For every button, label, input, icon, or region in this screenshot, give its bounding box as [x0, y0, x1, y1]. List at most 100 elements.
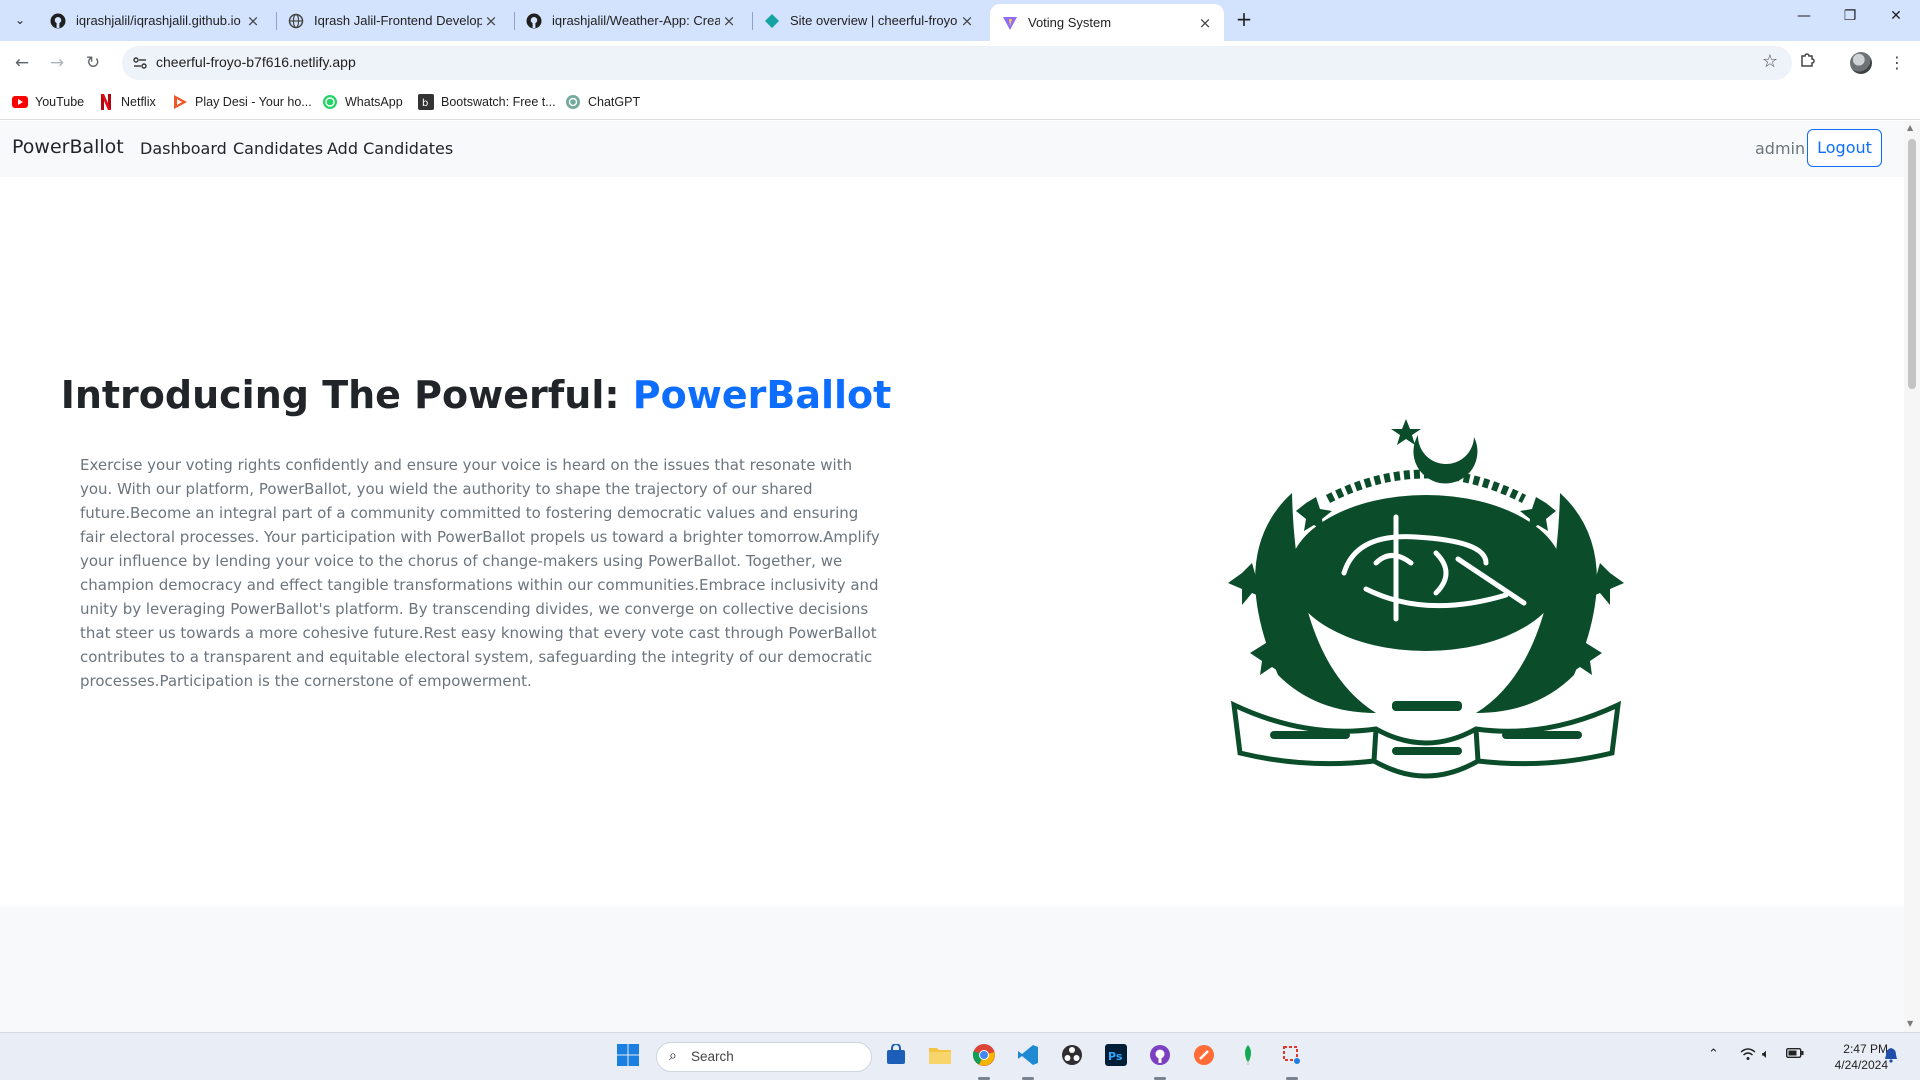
postman-icon — [1193, 1044, 1215, 1070]
page-scrollbar[interactable]: ▲ ▼ — [1904, 121, 1920, 1032]
bookmark-label: Bootswatch: Free t... — [441, 95, 556, 109]
volume-icon[interactable]: 🔈︎ — [1762, 1047, 1770, 1062]
forward-button[interactable]: → — [44, 50, 70, 76]
taskbar-obs[interactable] — [1058, 1043, 1086, 1071]
bookmark-whatsapp[interactable]: WhatsApp — [322, 92, 403, 112]
tab-netlify[interactable]: Site overview | cheerful-froyo- × — [752, 4, 986, 37]
scroll-down-icon[interactable]: ▼ — [1907, 1019, 1913, 1028]
taskbar-store[interactable] — [882, 1043, 910, 1071]
page-viewport: PowerBallot Dashboard Candidates Add Can… — [0, 121, 1904, 1032]
election-commission-emblem-icon — [1186, 413, 1666, 793]
tab-title: iqrashjalil/iqrashjalil.github.io — [76, 13, 241, 28]
close-icon[interactable]: × — [720, 12, 738, 30]
windows-logo-icon — [616, 1043, 640, 1071]
arrow-left-icon: ← — [14, 53, 30, 73]
notification-bell-icon[interactable] — [1884, 1047, 1898, 1067]
obs-icon — [1061, 1044, 1083, 1070]
extensions-button[interactable] — [1795, 50, 1821, 76]
folder-icon — [928, 1045, 952, 1069]
wifi-icon[interactable] — [1740, 1047, 1756, 1065]
taskbar-photoshop[interactable]: Ps — [1102, 1043, 1130, 1071]
bookmark-play-desi[interactable]: Play Desi - Your ho... — [172, 92, 312, 112]
taskbar-snipping-tool[interactable] — [1278, 1043, 1306, 1071]
bookmark-label: YouTube — [35, 95, 85, 109]
github-desktop-icon — [1149, 1044, 1171, 1070]
scroll-up-icon[interactable]: ▲ — [1907, 123, 1913, 132]
close-icon: ✕ — [1890, 8, 1902, 24]
store-icon — [885, 1043, 907, 1070]
restore-button[interactable]: ❐ — [1835, 8, 1865, 32]
github-icon — [526, 13, 542, 29]
taskbar-postman[interactable] — [1190, 1043, 1218, 1071]
tab-search-button[interactable]: ⌄ — [8, 8, 32, 32]
clock-date: 4/24/2024 — [1834, 1058, 1888, 1072]
close-icon[interactable]: × — [244, 12, 262, 30]
back-button[interactable]: ← — [9, 50, 35, 76]
taskbar-mongodb[interactable] — [1234, 1043, 1262, 1071]
chatgpt-icon — [565, 94, 581, 110]
play-desi-icon — [172, 94, 188, 110]
hero-paragraph: Exercise your voting rights confidently … — [80, 456, 880, 690]
tab-voting-system[interactable]: Voting System × — [990, 4, 1224, 41]
github-icon — [50, 13, 66, 29]
browser-menu-button[interactable]: ⋮ — [1884, 50, 1910, 76]
nav-link-add-candidates[interactable]: Add Candidates — [327, 139, 453, 158]
system-clock[interactable]: 2:47 PM 4/24/2024 — [1812, 1041, 1888, 1073]
more-vert-icon: ⋮ — [1889, 53, 1905, 72]
bookmark-star-icon[interactable]: ☆ — [1762, 51, 1778, 72]
plus-icon: + — [1235, 7, 1253, 31]
chrome-icon — [972, 1043, 996, 1071]
start-button[interactable] — [614, 1043, 642, 1071]
bookmark-netflix[interactable]: Netflix — [98, 92, 156, 112]
bookmark-chatgpt[interactable]: ChatGPT — [565, 92, 640, 112]
close-icon[interactable]: × — [958, 12, 976, 30]
taskbar-github-desktop[interactable] — [1146, 1043, 1174, 1071]
close-icon[interactable]: × — [1196, 14, 1214, 32]
tab-title: iqrashjalil/Weather-App: Creat — [552, 13, 720, 28]
taskbar-file-explorer[interactable] — [926, 1043, 954, 1071]
photoshop-icon: Ps — [1105, 1044, 1127, 1070]
nav-link-dashboard[interactable]: Dashboard — [140, 139, 227, 158]
browser-toolbar: ← → ↻ cheerful-froyo-b7f616.netlify.app … — [0, 41, 1920, 84]
tab-title: Site overview | cheerful-froyo- — [790, 13, 958, 28]
vite-icon — [1002, 15, 1018, 31]
close-window-button[interactable]: ✕ — [1881, 8, 1911, 32]
windows-taskbar: ⌕ Search Ps ⌃ 🔈︎ 2:47 PM 4/24/2024 — [0, 1032, 1920, 1080]
hero-section: Introducing The Powerful: PowerBallot Ex… — [0, 177, 1904, 906]
tab-github-io[interactable]: iqrashjalil/iqrashjalil.github.io × — [38, 4, 272, 37]
minimize-button[interactable]: — — [1789, 8, 1819, 32]
brand-link[interactable]: PowerBallot — [12, 136, 124, 158]
close-icon[interactable]: × — [482, 12, 500, 30]
chevron-down-icon: ⌄ — [14, 13, 26, 27]
taskbar-search-box[interactable]: ⌕ Search — [656, 1042, 872, 1072]
bookmark-bootswatch[interactable]: b Bootswatch: Free t... — [418, 92, 556, 112]
reload-button[interactable]: ↻ — [80, 50, 106, 76]
puzzle-icon — [1799, 53, 1817, 72]
svg-text:b: b — [422, 98, 428, 109]
taskbar-vscode[interactable] — [1014, 1043, 1042, 1071]
svg-text:Ps: Ps — [1108, 1050, 1123, 1063]
scrollbar-thumb[interactable] — [1908, 139, 1916, 389]
clock-time: 2:47 PM — [1843, 1042, 1888, 1056]
tab-title: Voting System — [1028, 15, 1112, 30]
chevron-up-icon[interactable]: ⌃ — [1708, 1047, 1719, 1062]
address-bar[interactable]: cheerful-froyo-b7f616.netlify.app ☆ — [122, 46, 1792, 80]
battery-icon[interactable] — [1785, 1047, 1804, 1063]
profile-avatar[interactable] — [1850, 52, 1872, 74]
url-text[interactable]: cheerful-froyo-b7f616.netlify.app — [156, 54, 356, 70]
logout-button[interactable]: Logout — [1807, 129, 1882, 167]
tab-weather-app[interactable]: iqrashjalil/Weather-App: Creat × — [514, 4, 748, 37]
nav-link-candidates[interactable]: Candidates — [233, 139, 323, 158]
youtube-icon — [12, 94, 28, 110]
site-settings-icon[interactable] — [132, 55, 148, 71]
tab-portfolio[interactable]: Iqrash Jalil-Frontend Develope × — [276, 4, 510, 37]
new-tab-button[interactable]: + — [1232, 8, 1256, 32]
taskbar-chrome[interactable] — [970, 1043, 998, 1071]
bookmark-label: WhatsApp — [345, 95, 403, 109]
snipping-tool-icon — [1281, 1044, 1303, 1070]
search-icon: ⌕ — [669, 1048, 677, 1064]
netflix-icon — [98, 94, 114, 110]
username-label: admin — [1755, 139, 1806, 158]
bookmarks-bar: YouTube Netflix Play Desi - Your ho... W… — [0, 84, 1920, 120]
bookmark-youtube[interactable]: YouTube — [12, 92, 84, 112]
